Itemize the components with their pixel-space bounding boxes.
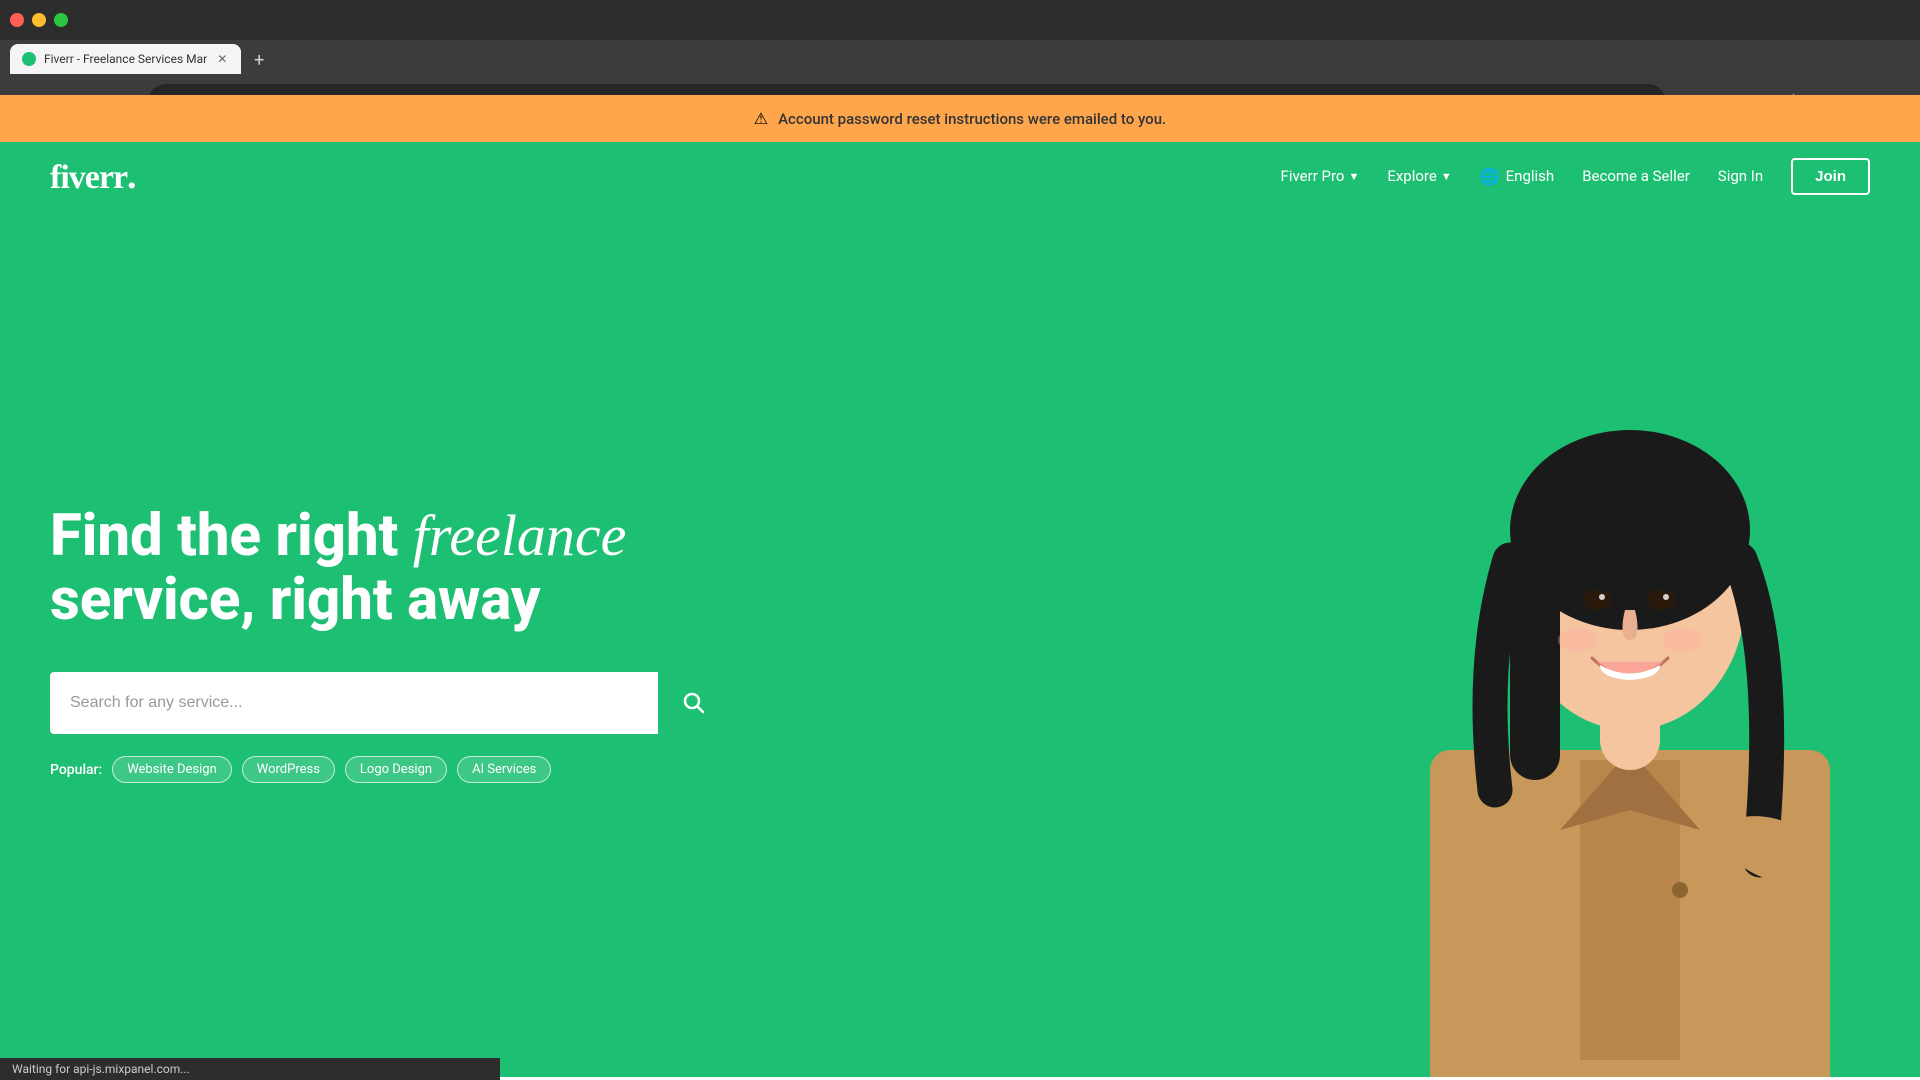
nav-language[interactable]: 🌐 English [1480, 167, 1554, 186]
explore-chevron-icon: ▼ [1441, 170, 1452, 183]
window-close-button[interactable] [10, 13, 24, 27]
hero-person-image [1340, 210, 1920, 1077]
window-controls [10, 13, 68, 27]
search-input[interactable] [50, 672, 658, 734]
hero-headline-part1: Find the right [50, 502, 413, 570]
status-bar: Waiting for api-js.mixpanel.com... [0, 1058, 500, 1080]
hero-section: Find the right freelance service, right … [0, 210, 1920, 1077]
status-text: Waiting for api-js.mixpanel.com... [12, 1062, 190, 1076]
tag-logo-design[interactable]: Logo Design [345, 756, 447, 783]
tag-ai-services[interactable]: AI Services [457, 756, 551, 783]
search-bar [50, 672, 730, 734]
tab-close-button[interactable]: ✕ [215, 50, 229, 68]
new-tab-button[interactable]: + [245, 46, 273, 74]
window-maximize-button[interactable] [54, 13, 68, 27]
nav-sign-in[interactable]: Sign In [1718, 167, 1763, 185]
tab-bar: Fiverr - Freelance Services Mar ✕ + [0, 40, 1920, 74]
globe-icon: 🌐 [1480, 167, 1500, 186]
tab-favicon [22, 52, 36, 66]
nav-fiverr-pro[interactable]: Fiverr Pro ▼ [1281, 167, 1360, 185]
fiverr-pro-chevron-icon: ▼ [1348, 170, 1359, 183]
nav-explore[interactable]: Explore ▼ [1387, 167, 1451, 185]
nav-links: Fiverr Pro ▼ Explore ▼ 🌐 English Become … [1281, 158, 1870, 195]
popular-tags: Popular: Website Design WordPress Logo D… [50, 756, 730, 783]
hero-headline: Find the right freelance service, right … [50, 504, 730, 633]
hero-headline-part2: service, right away [50, 566, 540, 634]
alert-banner: ⚠ Account password reset instructions we… [0, 95, 1920, 142]
popular-label: Popular: [50, 762, 102, 778]
tag-website-design[interactable]: Website Design [112, 756, 232, 783]
active-tab[interactable]: Fiverr - Freelance Services Mar ✕ [10, 44, 241, 74]
alert-icon: ⚠ [754, 109, 768, 128]
window-minimize-button[interactable] [32, 13, 46, 27]
main-nav: fiverr. Fiverr Pro ▼ Explore ▼ 🌐 English… [0, 142, 1920, 210]
hero-headline-italic: freelance [413, 503, 627, 568]
page-content: ⚠ Account password reset instructions we… [0, 95, 1920, 1080]
join-button[interactable]: Join [1791, 158, 1870, 195]
browser-chrome: Fiverr - Freelance Services Mar ✕ + ← → … [0, 0, 1920, 95]
fiverr-logo[interactable]: fiverr. [50, 154, 1281, 198]
title-bar [0, 0, 1920, 40]
tab-title: Fiverr - Freelance Services Mar [44, 52, 207, 66]
search-icon [683, 692, 705, 714]
search-button[interactable] [658, 672, 730, 734]
nav-become-seller[interactable]: Become a Seller [1582, 167, 1690, 185]
tag-wordpress[interactable]: WordPress [242, 756, 335, 783]
hero-content: Find the right freelance service, right … [50, 504, 730, 784]
alert-message: Account password reset instructions were… [778, 110, 1166, 128]
